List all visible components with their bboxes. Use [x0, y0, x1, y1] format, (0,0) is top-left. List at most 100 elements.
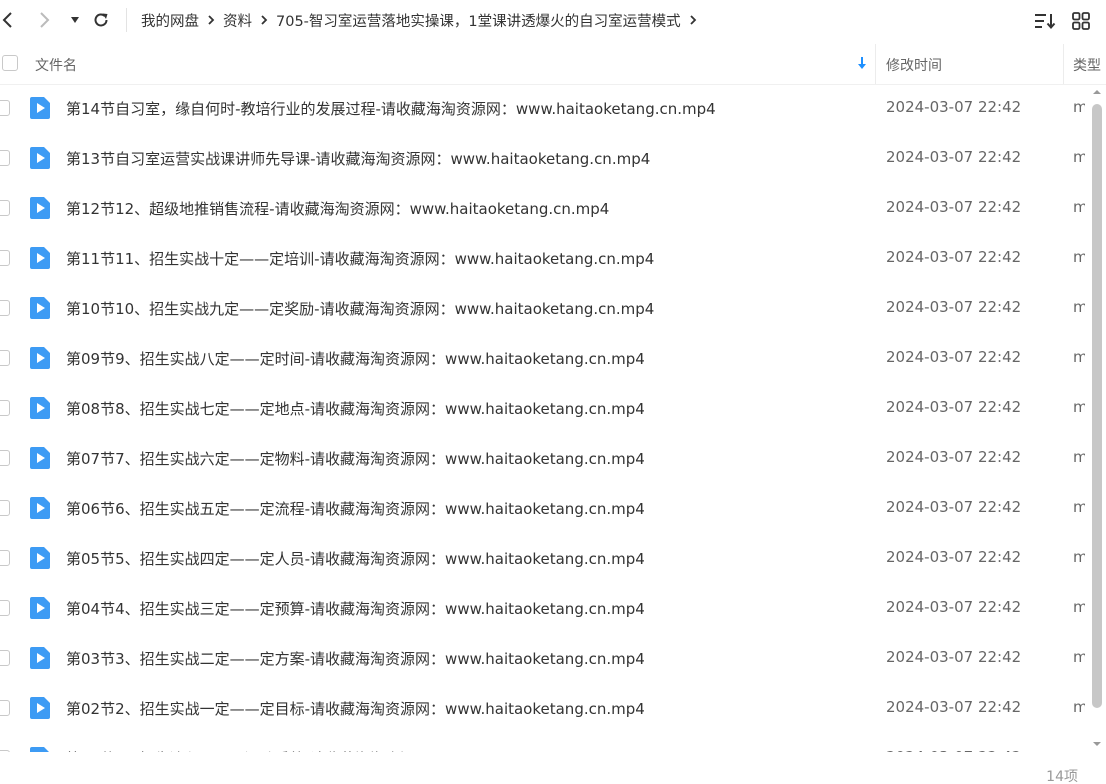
- breadcrumb-item-root[interactable]: 我的网盘: [141, 10, 199, 31]
- file-row[interactable]: 第14节自习室，缘自何时-教培行业的发展过程-请收藏海淘资源网：www.hait…: [0, 84, 1088, 134]
- file-type: mp4: [1073, 648, 1085, 666]
- row-checkbox[interactable]: [0, 250, 10, 266]
- file-row[interactable]: 第08节8、招生实战七定——定地点-请收藏海淘资源网：www.haitaoket…: [0, 384, 1088, 434]
- row-checkbox[interactable]: [0, 550, 10, 566]
- column-header-name[interactable]: 文件名: [35, 55, 77, 75]
- file-row[interactable]: 第04节4、招生实战三定——定预算-请收藏海淘资源网：www.haitaoket…: [0, 584, 1088, 634]
- video-file-icon: [29, 296, 51, 320]
- sort-direction-button[interactable]: [854, 54, 870, 72]
- forward-button[interactable]: [32, 8, 56, 32]
- row-checkbox[interactable]: [0, 500, 10, 516]
- grid-view-icon: [1072, 12, 1090, 30]
- item-count: 14项: [1046, 769, 1078, 784]
- file-type: mp4: [1073, 698, 1085, 716]
- file-row[interactable]: 第12节12、超级地推销售流程-请收藏海淘资源网：www.haitaoketan…: [0, 184, 1088, 234]
- video-file-icon: [29, 146, 51, 170]
- column-header-modified-time[interactable]: 修改时间: [886, 55, 942, 75]
- file-type: mp4: [1073, 348, 1085, 366]
- file-name: 第14节自习室，缘自何时-教培行业的发展过程-请收藏海淘资源网：www.hait…: [66, 100, 716, 118]
- back-button[interactable]: [0, 8, 20, 32]
- file-modified-time: 2024-03-07 22:42: [886, 498, 1022, 516]
- file-type: mp4: [1073, 598, 1085, 616]
- row-checkbox[interactable]: [0, 150, 10, 166]
- video-file-icon: [29, 346, 51, 370]
- file-modified-time: 2024-03-07 22:42: [886, 648, 1022, 666]
- video-file-icon: [29, 396, 51, 420]
- file-name: 第10节10、招生实战九定——定奖励-请收藏海淘资源网：www.haitaoke…: [66, 300, 655, 318]
- row-checkbox[interactable]: [0, 700, 10, 716]
- file-name: 第09节9、招生实战八定——定时间-请收藏海淘资源网：www.haitaoket…: [66, 350, 645, 368]
- column-divider[interactable]: [1063, 44, 1064, 84]
- file-row[interactable]: 第10节10、招生实战九定——定奖励-请收藏海淘资源网：www.haitaoke…: [0, 284, 1088, 334]
- scrollbar-thumb[interactable]: [1092, 104, 1102, 708]
- column-header-type[interactable]: 类型: [1073, 55, 1101, 75]
- column-divider[interactable]: [875, 44, 876, 84]
- file-row[interactable]: 第07节7、招生实战六定——定物料-请收藏海淘资源网：www.haitaoket…: [0, 434, 1088, 484]
- sort-down-arrow-icon: [858, 57, 866, 69]
- refresh-button[interactable]: [89, 8, 113, 32]
- file-modified-time: 2024-03-07 22:42: [886, 98, 1022, 116]
- history-dropdown-button[interactable]: [63, 8, 87, 32]
- file-type: mp4: [1073, 398, 1085, 416]
- row-checkbox[interactable]: [0, 100, 10, 116]
- file-type: mp4: [1073, 198, 1085, 216]
- file-row[interactable]: 第03节3、招生实战二定——定方案-请收藏海淘资源网：www.haitaoket…: [0, 634, 1088, 684]
- video-file-icon: [29, 446, 51, 470]
- select-all-checkbox[interactable]: [2, 55, 18, 71]
- scroll-up-arrow-icon[interactable]: [1091, 86, 1103, 98]
- file-modified-time: 2024-03-07 22:42: [886, 348, 1022, 366]
- file-name: 第06节6、招生实战五定——定流程-请收藏海淘资源网：www.haitaoket…: [66, 500, 645, 518]
- file-name: 第12节12、超级地推销售流程-请收藏海淘资源网：www.haitaoketan…: [66, 200, 610, 218]
- breadcrumb-expand-icon[interactable]: [681, 8, 705, 32]
- video-file-icon: [29, 496, 51, 520]
- file-modified-time: 2024-03-07 22:42: [886, 548, 1022, 566]
- file-modified-time: 2024-03-07 22:42: [886, 598, 1022, 616]
- toolbar-divider: [126, 8, 127, 32]
- file-row[interactable]: 第09节9、招生实战八定——定时间-请收藏海淘资源网：www.haitaoket…: [0, 334, 1088, 384]
- video-file-icon: [29, 246, 51, 270]
- status-bar: 14项: [0, 752, 1106, 784]
- video-file-icon: [29, 596, 51, 620]
- row-checkbox[interactable]: [0, 400, 10, 416]
- file-name: 第13节自习室运营实战课讲师先导课-请收藏海淘资源网：www.haitaoket…: [66, 150, 651, 168]
- file-row[interactable]: 第05节5、招生实战四定——定人员-请收藏海淘资源网：www.haitaoket…: [0, 534, 1088, 584]
- sort-button[interactable]: [1034, 10, 1056, 32]
- file-row[interactable]: 第01节1、招生流程图——漏斗系统-请收藏海淘资源网：www.haitaoket…: [0, 734, 1088, 752]
- row-checkbox[interactable]: [0, 350, 10, 366]
- vertical-scrollbar[interactable]: [1088, 84, 1106, 752]
- chevron-left-icon: [2, 12, 12, 28]
- scroll-down-arrow-icon[interactable]: [1091, 738, 1103, 750]
- file-modified-time: 2024-03-07 22:42: [886, 148, 1022, 166]
- file-modified-time: 2024-03-07 22:42: [886, 698, 1022, 716]
- file-name: 第03节3、招生实战二定——定方案-请收藏海淘资源网：www.haitaoket…: [66, 650, 645, 668]
- row-checkbox[interactable]: [0, 200, 10, 216]
- row-checkbox[interactable]: [0, 650, 10, 666]
- breadcrumb-item-current-folder[interactable]: 705-智习室运营落地实操课，1堂课讲透爆火的自习室运营模式: [276, 10, 681, 31]
- chevron-right-icon: [40, 12, 50, 28]
- breadcrumb-separator-icon: [199, 8, 223, 32]
- refresh-icon: [94, 13, 108, 27]
- sort-list-icon: [1035, 14, 1056, 30]
- file-name: 第04节4、招生实战三定——定预算-请收藏海淘资源网：www.haitaoket…: [66, 600, 645, 618]
- file-modified-time: 2024-03-07 22:42: [886, 198, 1022, 216]
- file-name: 第05节5、招生实战四定——定人员-请收藏海淘资源网：www.haitaoket…: [66, 550, 645, 568]
- video-file-icon: [29, 646, 51, 670]
- file-modified-time: 2024-03-07 22:42: [886, 398, 1022, 416]
- file-row[interactable]: 第02节2、招生实战一定——定目标-请收藏海淘资源网：www.haitaoket…: [0, 684, 1088, 734]
- file-type: mp4: [1073, 298, 1085, 316]
- view-mode-button[interactable]: [1070, 10, 1092, 32]
- file-name: 第11节11、招生实战十定——定培训-请收藏海淘资源网：www.haitaoke…: [66, 250, 655, 268]
- file-row[interactable]: 第13节自习室运营实战课讲师先导课-请收藏海淘资源网：www.haitaoket…: [0, 134, 1088, 184]
- file-row[interactable]: 第06节6、招生实战五定——定流程-请收藏海淘资源网：www.haitaoket…: [0, 484, 1088, 534]
- view-tools: [1034, 10, 1092, 32]
- video-file-icon: [29, 196, 51, 220]
- video-file-icon: [29, 696, 51, 720]
- breadcrumb-item-materials[interactable]: 资料: [223, 10, 252, 31]
- row-checkbox[interactable]: [0, 450, 10, 466]
- breadcrumb-separator-icon: [252, 8, 276, 32]
- file-row[interactable]: 第11节11、招生实战十定——定培训-请收藏海淘资源网：www.haitaoke…: [0, 234, 1088, 284]
- video-file-icon: [29, 546, 51, 570]
- row-checkbox[interactable]: [0, 300, 10, 316]
- video-file-icon: [29, 96, 51, 120]
- row-checkbox[interactable]: [0, 600, 10, 616]
